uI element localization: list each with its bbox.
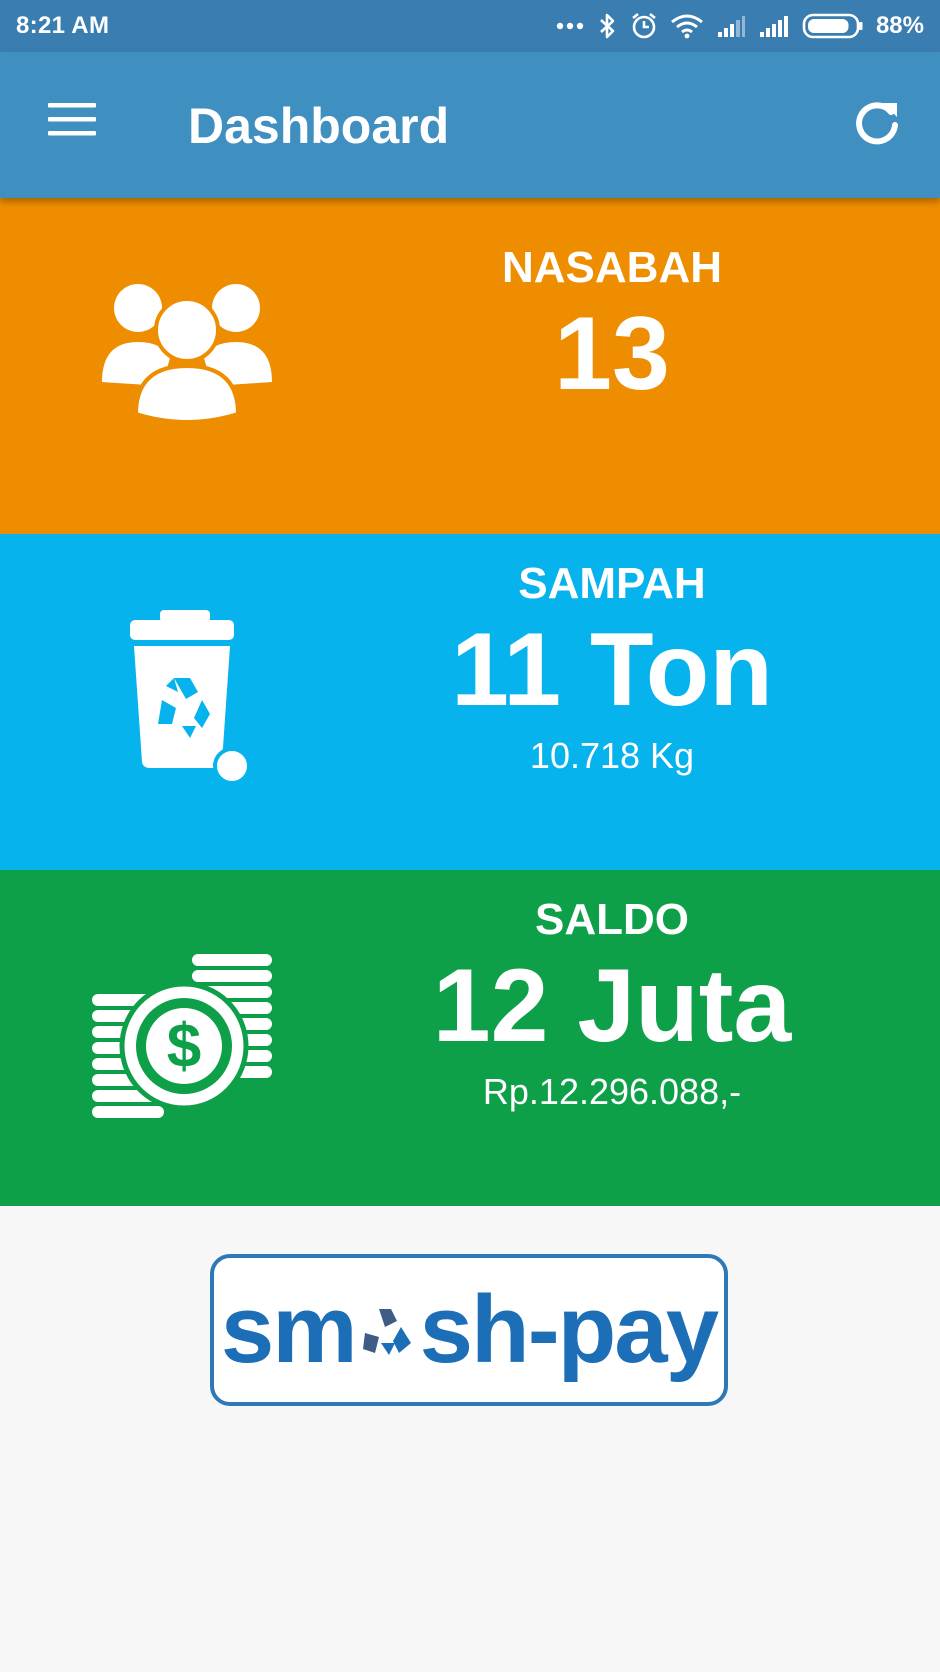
alarm-icon bbox=[632, 12, 656, 39]
app-bar: Dashboard bbox=[0, 52, 940, 198]
recycle-logo-icon bbox=[362, 1309, 411, 1355]
saldo-label: SALDO bbox=[535, 895, 689, 944]
dollar-coins-icon: $ bbox=[92, 954, 272, 1118]
logo-text-end: sh-pay bbox=[419, 1276, 719, 1383]
svg-text:$: $ bbox=[167, 1012, 201, 1081]
sampah-sub: 10.718 Kg bbox=[529, 735, 695, 776]
signal-icon-2 bbox=[759, 16, 788, 37]
battery-percent: 88% bbox=[875, 12, 924, 39]
logo-text-start: sm bbox=[220, 1276, 358, 1383]
refresh-button[interactable] bbox=[852, 98, 902, 148]
page-title: Dashboard bbox=[188, 98, 450, 154]
signal-icon-1 bbox=[717, 16, 745, 37]
nasabah-value: 13 bbox=[554, 296, 670, 412]
menu-button[interactable] bbox=[48, 100, 100, 140]
nasabah-label: NASABAH bbox=[502, 243, 722, 292]
battery-icon bbox=[802, 13, 863, 39]
sampah-card[interactable]: SAMPAH 11 Ton 10.718 Kg bbox=[0, 534, 940, 870]
saldo-sub: Rp.12.296.088,- bbox=[482, 1071, 742, 1112]
wifi-icon bbox=[671, 14, 703, 39]
saldo-value: 12 Juta bbox=[432, 948, 792, 1064]
sampah-value: 11 Ton bbox=[451, 612, 773, 728]
status-time: 8:21 AM bbox=[16, 12, 110, 39]
logo-text: sm sh-pay bbox=[220, 1275, 719, 1385]
smash-pay-logo: sm sh-pay bbox=[210, 1254, 728, 1406]
saldo-card[interactable]: $ SALDO 12 Juta Rp.12.296.088,- bbox=[0, 870, 940, 1206]
bluetooth-icon bbox=[600, 13, 615, 39]
hamburger-menu-icon bbox=[48, 103, 96, 136]
users-group-icon bbox=[102, 284, 272, 425]
status-bar: 8:21 AM 88% bbox=[0, 0, 940, 52]
more-dots-icon bbox=[556, 22, 584, 30]
sampah-label: SAMPAH bbox=[518, 559, 706, 608]
recycle-bin-icon bbox=[130, 610, 251, 785]
status-icons: 88% bbox=[556, 12, 924, 40]
refresh-icon bbox=[856, 102, 898, 145]
nasabah-card[interactable]: NASABAH 13 bbox=[0, 198, 940, 534]
